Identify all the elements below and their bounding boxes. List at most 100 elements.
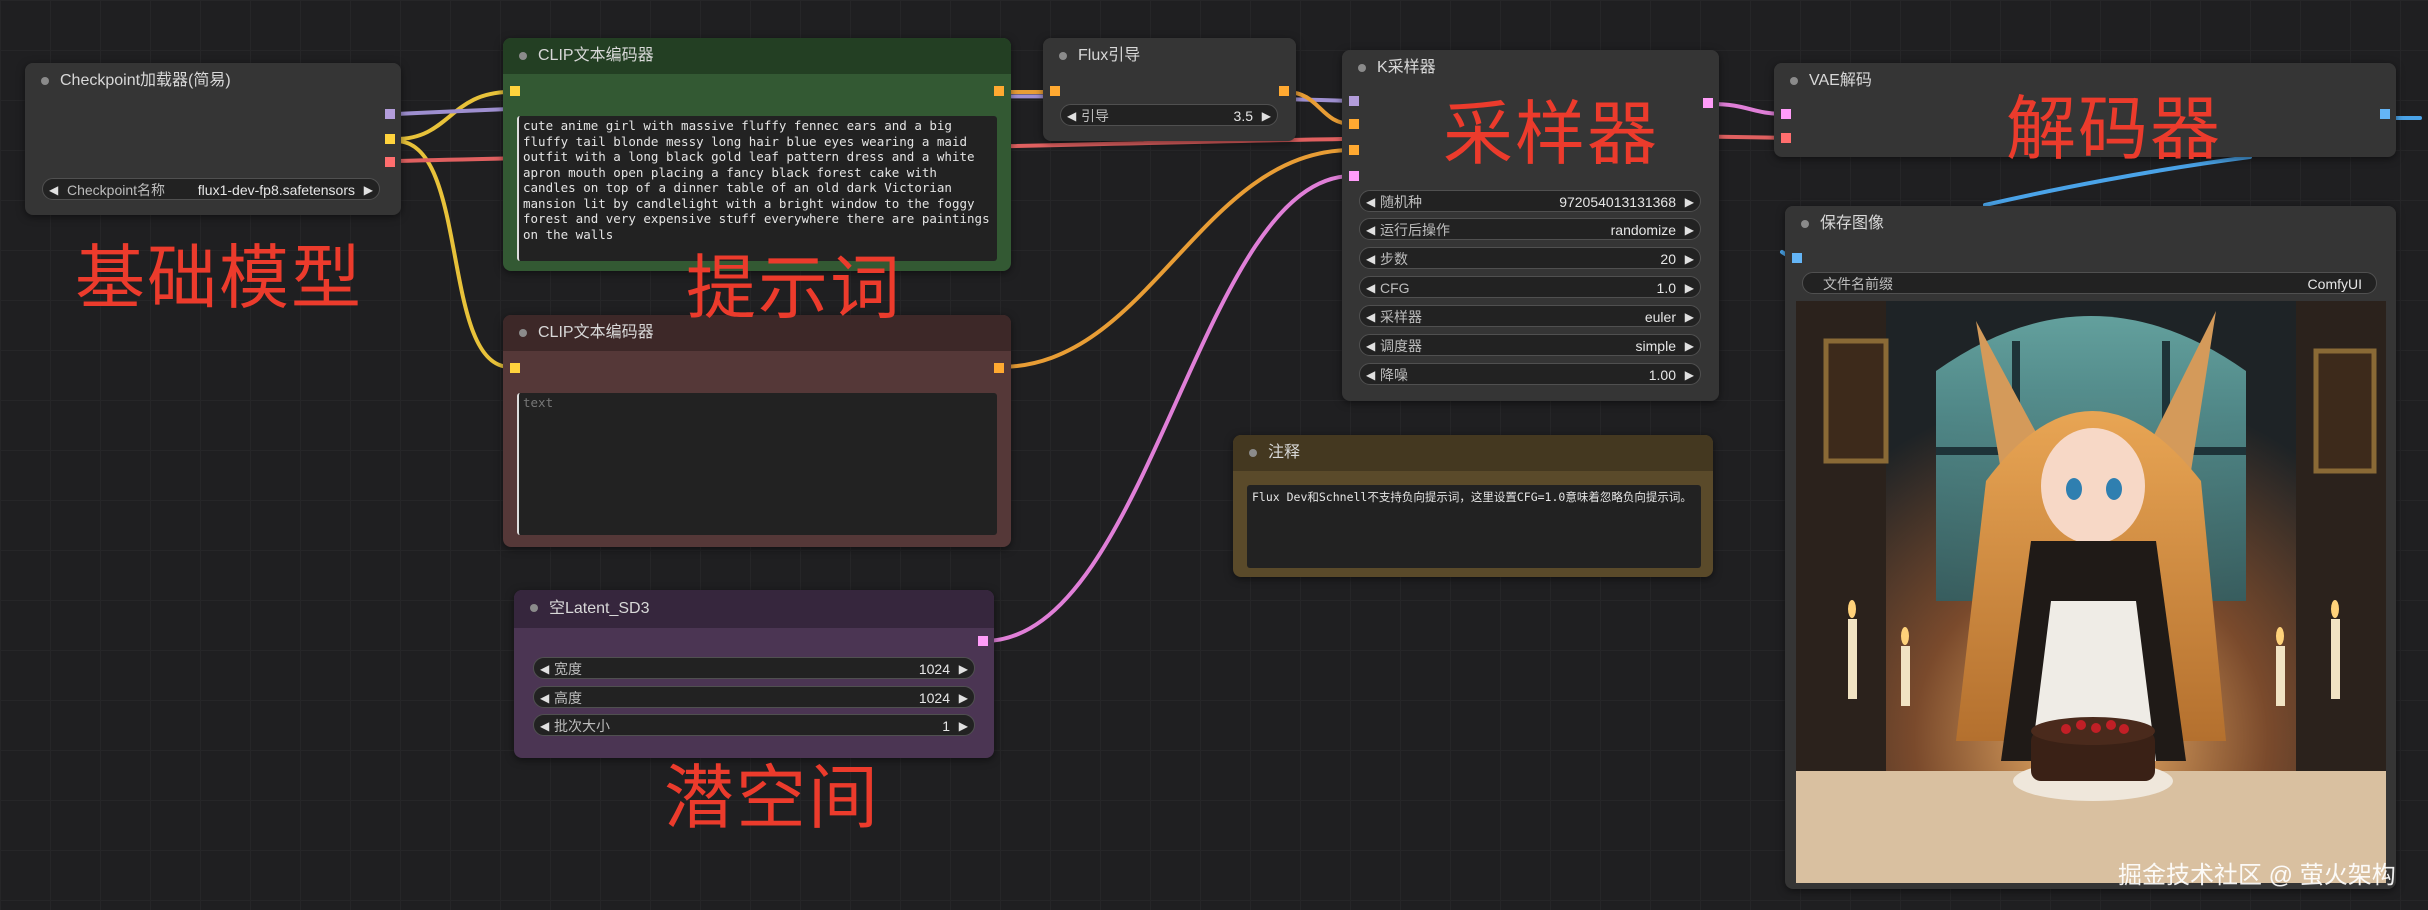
decrement-arrow-icon[interactable]: ◀ (49, 179, 58, 201)
decrement-arrow-icon[interactable]: ◀ (1366, 335, 1375, 357)
widget-value: 1 (942, 718, 950, 734)
output-port-latent[interactable] (978, 636, 988, 646)
guidance-widget[interactable]: ◀ 引导 3.5 ▶ (1060, 104, 1278, 126)
sampler-name-widget[interactable]: ◀ 采样器 euler ▶ (1359, 305, 1701, 327)
generated-image-preview[interactable] (1796, 301, 2386, 883)
node-title: Flux引导 (1078, 47, 1141, 64)
output-port-vae[interactable] (385, 157, 395, 167)
decrement-arrow-icon[interactable]: ◀ (540, 658, 549, 680)
output-port-clip[interactable] (385, 134, 395, 144)
filename-prefix-widget[interactable]: 文件名前缀 ComfyUI (1802, 272, 2377, 294)
preview-eye-left (2066, 478, 2082, 500)
node-header[interactable]: 保存图像 (1785, 206, 2396, 242)
widget-label: Checkpoint名称 (67, 182, 166, 198)
input-port-images[interactable] (1792, 253, 1802, 263)
output-port-model[interactable] (385, 109, 395, 119)
increment-arrow-icon[interactable]: ▶ (959, 687, 968, 709)
decrement-arrow-icon[interactable]: ◀ (540, 687, 549, 709)
empty-latent-node[interactable]: 空Latent_SD3 ◀ 宽度 1024 ▶ ◀ 高度 1024 ▶ ◀ 批次大小 1 ▶ (514, 590, 994, 758)
collapse-dot-icon[interactable] (1249, 449, 1257, 457)
collapse-dot-icon[interactable] (1790, 77, 1798, 85)
collapse-dot-icon[interactable] (519, 329, 527, 337)
node-header[interactable]: 注释 (1233, 435, 1713, 471)
overlay-prompt: 提示词 (686, 247, 902, 329)
note-textarea[interactable]: Flux Dev和Schnell不支持负向提示词，这里设置CFG=1.0意味着忽… (1247, 485, 1701, 568)
node-header[interactable]: Checkpoint加载器(简易) (25, 63, 401, 99)
increment-arrow-icon[interactable]: ▶ (1685, 306, 1694, 328)
output-port-latent[interactable] (1703, 98, 1713, 108)
preview-eye-right (2106, 478, 2122, 500)
node-header[interactable]: Flux引导 (1043, 38, 1296, 74)
increment-arrow-icon[interactable]: ▶ (1685, 364, 1694, 386)
input-port-negative[interactable] (1349, 145, 1359, 155)
widget-value: 3.5 (1233, 108, 1253, 124)
node-header[interactable]: CLIP文本编码器 (503, 38, 1011, 74)
decrement-arrow-icon[interactable]: ◀ (1366, 219, 1375, 241)
widget-label: 引导 (1081, 108, 1109, 124)
overlay-decoder: 解码器 (2006, 88, 2222, 170)
cfg-widget[interactable]: ◀ CFG 1.0 ▶ (1359, 276, 1701, 298)
widget-value: ComfyUI (2307, 276, 2362, 292)
output-port-conditioning[interactable] (994, 363, 1004, 373)
note-node[interactable]: 注释 Flux Dev和Schnell不支持负向提示词，这里设置CFG=1.0意… (1233, 435, 1713, 577)
seed-widget[interactable]: ◀ 随机种 972054013131368 ▶ (1359, 190, 1701, 212)
collapse-dot-icon[interactable] (41, 77, 49, 85)
height-widget[interactable]: ◀ 高度 1024 ▶ (533, 686, 975, 708)
overlay-sampler: 采样器 (1443, 93, 1659, 175)
negative-prompt-textarea[interactable]: text (517, 393, 997, 535)
widget-value: 972054013131368 (1559, 194, 1676, 210)
node-title: 保存图像 (1820, 215, 1885, 232)
increment-arrow-icon[interactable]: ▶ (1685, 335, 1694, 357)
flux-guidance-node[interactable]: Flux引导 ◀ 引导 3.5 ▶ (1043, 38, 1296, 141)
preview-painting-left (1823, 338, 1889, 464)
decrement-arrow-icon[interactable]: ◀ (1366, 191, 1375, 213)
output-port-conditioning[interactable] (994, 86, 1004, 96)
input-port-clip[interactable] (510, 86, 520, 96)
collapse-dot-icon[interactable] (1801, 220, 1809, 228)
increment-arrow-icon[interactable]: ▶ (1685, 277, 1694, 299)
decrement-arrow-icon[interactable]: ◀ (1366, 277, 1375, 299)
node-header[interactable]: 空Latent_SD3 (514, 590, 994, 628)
batch-size-widget[interactable]: ◀ 批次大小 1 ▶ (533, 714, 975, 736)
widget-value: flux1-dev-fp8.safetensors (197, 182, 355, 198)
input-port-conditioning[interactable] (1050, 86, 1060, 96)
output-port-image[interactable] (2380, 109, 2390, 119)
input-port-model[interactable] (1349, 96, 1359, 106)
overlay-base-model: 基础模型 (75, 237, 363, 319)
input-port-latent[interactable] (1349, 171, 1359, 181)
checkpoint-name-widget[interactable]: ◀ Checkpoint名称 flux1-dev-fp8.safetensors… (42, 178, 380, 200)
steps-widget[interactable]: ◀ 步数 20 ▶ (1359, 247, 1701, 269)
collapse-dot-icon[interactable] (530, 604, 538, 612)
decrement-arrow-icon[interactable]: ◀ (1366, 248, 1375, 270)
decrement-arrow-icon[interactable]: ◀ (1366, 306, 1375, 328)
decrement-arrow-icon[interactable]: ◀ (540, 715, 549, 737)
decrement-arrow-icon[interactable]: ◀ (1366, 364, 1375, 386)
increment-arrow-icon[interactable]: ▶ (1685, 219, 1694, 241)
checkpoint-loader-node[interactable]: Checkpoint加载器(简易) ◀ Checkpoint名称 flux1-d… (25, 63, 401, 215)
watermark: 掘金技术社区 @ 萤火架构 (2118, 862, 2396, 889)
scheduler-widget[interactable]: ◀ 调度器 simple ▶ (1359, 334, 1701, 356)
preview-face (2041, 428, 2145, 544)
node-title: 注释 (1268, 444, 1301, 461)
increment-arrow-icon[interactable]: ▶ (1685, 248, 1694, 270)
input-port-vae[interactable] (1781, 133, 1791, 143)
width-widget[interactable]: ◀ 宽度 1024 ▶ (533, 657, 975, 679)
decrement-arrow-icon[interactable]: ◀ (1067, 105, 1076, 127)
input-port-positive[interactable] (1349, 119, 1359, 129)
increment-arrow-icon[interactable]: ▶ (959, 715, 968, 737)
increment-arrow-icon[interactable]: ▶ (1685, 191, 1694, 213)
increment-arrow-icon[interactable]: ▶ (364, 179, 373, 201)
widget-value: euler (1644, 309, 1676, 325)
collapse-dot-icon[interactable] (1059, 52, 1067, 60)
increment-arrow-icon[interactable]: ▶ (959, 658, 968, 680)
save-image-node[interactable]: 保存图像 文件名前缀 ComfyUI (1785, 206, 2396, 889)
clip-text-encode-negative-node[interactable]: CLIP文本编码器 text (503, 315, 1011, 547)
input-port-clip[interactable] (510, 363, 520, 373)
denoise-widget[interactable]: ◀ 降噪 1.00 ▶ (1359, 363, 1701, 385)
increment-arrow-icon[interactable]: ▶ (1262, 105, 1271, 127)
collapse-dot-icon[interactable] (519, 52, 527, 60)
collapse-dot-icon[interactable] (1358, 64, 1366, 72)
input-port-samples[interactable] (1781, 109, 1791, 119)
output-port-conditioning[interactable] (1279, 86, 1289, 96)
control-after-generate-widget[interactable]: ◀ 运行后操作 randomize ▶ (1359, 218, 1701, 240)
